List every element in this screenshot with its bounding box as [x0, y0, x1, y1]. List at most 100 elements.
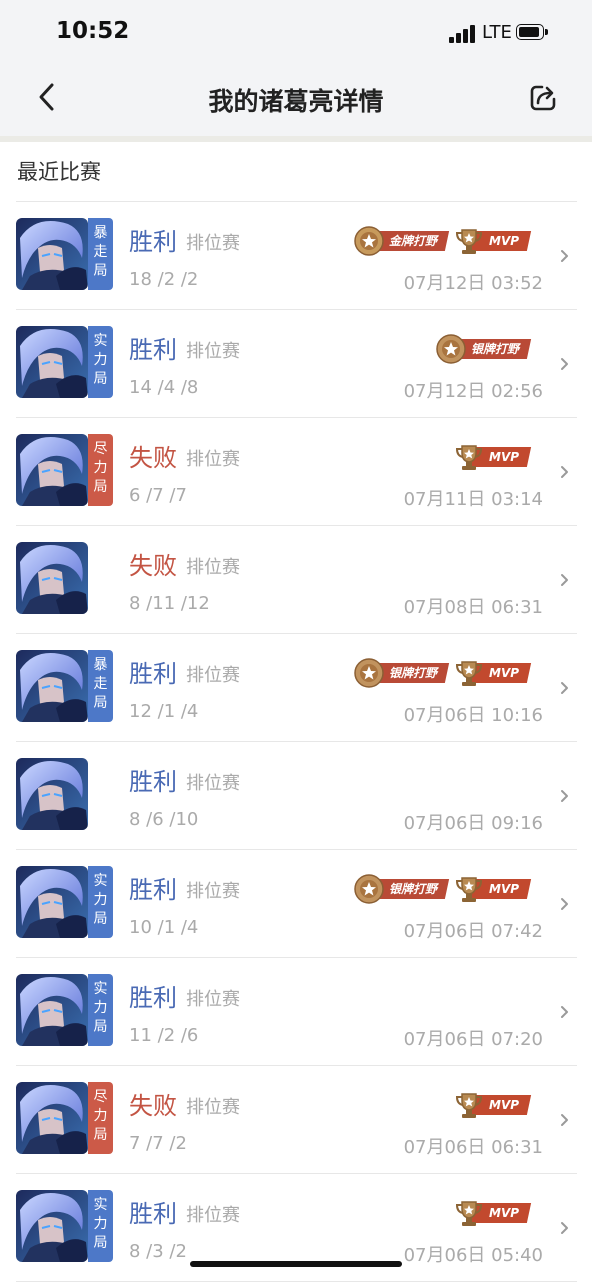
match-mode: 排位赛	[186, 233, 240, 254]
game-tag-char: 实	[93, 1197, 108, 1213]
game-tag: 实力局	[88, 974, 113, 1046]
hero-avatar	[16, 218, 88, 290]
medal-icon	[354, 226, 384, 256]
mvp-badge: MVP	[453, 1198, 532, 1228]
hero-avatar	[16, 1082, 88, 1154]
badge-group: MVP	[453, 1196, 532, 1230]
trophy-icon	[455, 1201, 482, 1226]
game-tag-char: 力	[93, 1000, 108, 1016]
match-row[interactable]: 暴走局 胜利 排位赛 12 /1 /4 银牌打野 MVP 07月06日 10:16	[16, 634, 577, 742]
match-row[interactable]: 实力局 胜利 排位赛 10 /1 /4 银牌打野 MVP 07月06日 07:42	[16, 850, 577, 958]
match-row[interactable]: 暴走局 胜利 排位赛 18 /2 /2 金牌打野 MVP 07月12日 03:52	[16, 202, 577, 310]
game-tag-char: 局	[93, 263, 108, 279]
game-tag: 尽力局	[88, 1082, 113, 1154]
hero-avatar	[16, 650, 88, 722]
match-row[interactable]: 失败 排位赛 8 /11 /12 07月08日 06:31	[16, 526, 577, 634]
badge-group: 金牌打野 MVP	[353, 224, 532, 258]
chevron-right-icon	[561, 1006, 568, 1018]
badge-label: 金牌打野	[388, 234, 437, 248]
match-time: 07月06日 06:31	[403, 1137, 543, 1158]
game-tag-char: 局	[93, 371, 108, 387]
silver-medal-badge: 银牌打野	[435, 334, 532, 364]
match-kda: 18 /2 /2	[129, 269, 199, 290]
match-kda: 10 /1 /4	[129, 917, 199, 938]
hero-avatar	[16, 542, 88, 614]
match-list: 暴走局 胜利 排位赛 18 /2 /2 金牌打野 MVP 07月12日 03:52	[16, 201, 577, 1282]
match-row[interactable]: 胜利 排位赛 8 /6 /10 07月06日 09:16	[16, 742, 577, 850]
match-time: 07月11日 03:14	[403, 489, 543, 510]
hero-avatar	[16, 434, 88, 506]
medal-icon	[354, 658, 384, 688]
mvp-badge: MVP	[453, 442, 532, 472]
match-result: 胜利	[129, 228, 177, 256]
game-tag-char: 力	[93, 892, 108, 908]
match-row[interactable]: 尽力局 失败 排位赛 6 /7 /7 MVP 07月11日 03:14	[16, 418, 577, 526]
badge-label: MVP	[488, 1098, 519, 1112]
header-separator	[0, 136, 592, 142]
game-tag-char: 力	[93, 1108, 108, 1124]
mvp-badge: MVP	[453, 874, 532, 904]
match-mode: 排位赛	[186, 881, 240, 902]
status-bar: 10:52 LTE	[0, 0, 592, 64]
trophy-icon	[455, 229, 482, 254]
badge-label: MVP	[488, 666, 519, 680]
game-tag-char: 局	[93, 479, 108, 495]
badge-label: 银牌打野	[388, 882, 437, 896]
trophy-icon	[455, 445, 482, 470]
battery-icon	[516, 24, 548, 42]
section-title: 最近比赛	[17, 160, 101, 184]
hero-avatar	[16, 866, 88, 938]
home-indicator[interactable]	[190, 1261, 402, 1267]
match-result: 胜利	[129, 768, 177, 796]
game-tag-char: 尽	[93, 441, 108, 457]
match-kda: 6 /7 /7	[129, 485, 187, 506]
game-tag-char: 力	[93, 460, 108, 476]
match-row[interactable]: 尽力局 失败 排位赛 7 /7 /2 MVP 07月06日 06:31	[16, 1066, 577, 1174]
page-title: 我的诸葛亮详情	[208, 87, 384, 116]
match-time: 07月12日 02:56	[403, 381, 543, 402]
mvp-badge: MVP	[453, 226, 532, 256]
chevron-right-icon	[561, 466, 568, 478]
match-result: 胜利	[129, 660, 177, 688]
network-label: LTE	[482, 22, 512, 43]
match-kda: 7 /7 /2	[129, 1133, 187, 1154]
match-mode: 排位赛	[186, 449, 240, 470]
game-tag: 暴走局	[88, 650, 113, 722]
chevron-right-icon	[561, 358, 568, 370]
match-row[interactable]: 实力局 胜利 排位赛 14 /4 /8 银牌打野 07月12日 02:56	[16, 310, 577, 418]
medal-icon	[436, 334, 466, 364]
silver-medal-badge: 银牌打野	[353, 658, 450, 688]
match-result: 失败	[129, 552, 177, 580]
chevron-right-icon	[561, 250, 568, 262]
game-tag-char: 实	[93, 873, 108, 889]
hero-avatar	[16, 326, 88, 398]
game-tag: 暴走局	[88, 218, 113, 290]
match-mode: 排位赛	[186, 341, 240, 362]
match-result: 失败	[129, 1092, 177, 1120]
share-icon	[530, 85, 556, 111]
chevron-right-icon	[561, 1114, 568, 1126]
badge-group: 银牌打野 MVP	[353, 656, 532, 690]
game-tag-char: 局	[93, 1019, 108, 1035]
silver-medal-badge: 银牌打野	[353, 874, 450, 904]
match-time: 07月06日 10:16	[403, 705, 543, 726]
match-kda: 14 /4 /8	[129, 377, 199, 398]
badge-group: MVP	[453, 1088, 532, 1122]
game-tag-char: 暴	[93, 657, 108, 673]
game-tag: 实力局	[88, 326, 113, 398]
share-button[interactable]	[528, 82, 558, 112]
game-tag-char: 局	[93, 695, 108, 711]
badge-group: MVP	[453, 440, 532, 474]
match-kda: 12 /1 /4	[129, 701, 199, 722]
nav-bar: 我的诸葛亮详情	[0, 64, 592, 136]
trophy-icon	[455, 877, 482, 902]
badge-label: MVP	[488, 1206, 519, 1220]
game-tag-char: 走	[93, 676, 108, 692]
badge-label: MVP	[488, 234, 519, 248]
match-row[interactable]: 实力局 胜利 排位赛 11 /2 /6 07月06日 07:20	[16, 958, 577, 1066]
match-mode: 排位赛	[186, 1097, 240, 1118]
match-time: 07月06日 07:20	[403, 1029, 543, 1050]
status-time: 10:52	[56, 18, 130, 44]
match-mode: 排位赛	[186, 1205, 240, 1226]
hero-avatar	[16, 1190, 88, 1262]
